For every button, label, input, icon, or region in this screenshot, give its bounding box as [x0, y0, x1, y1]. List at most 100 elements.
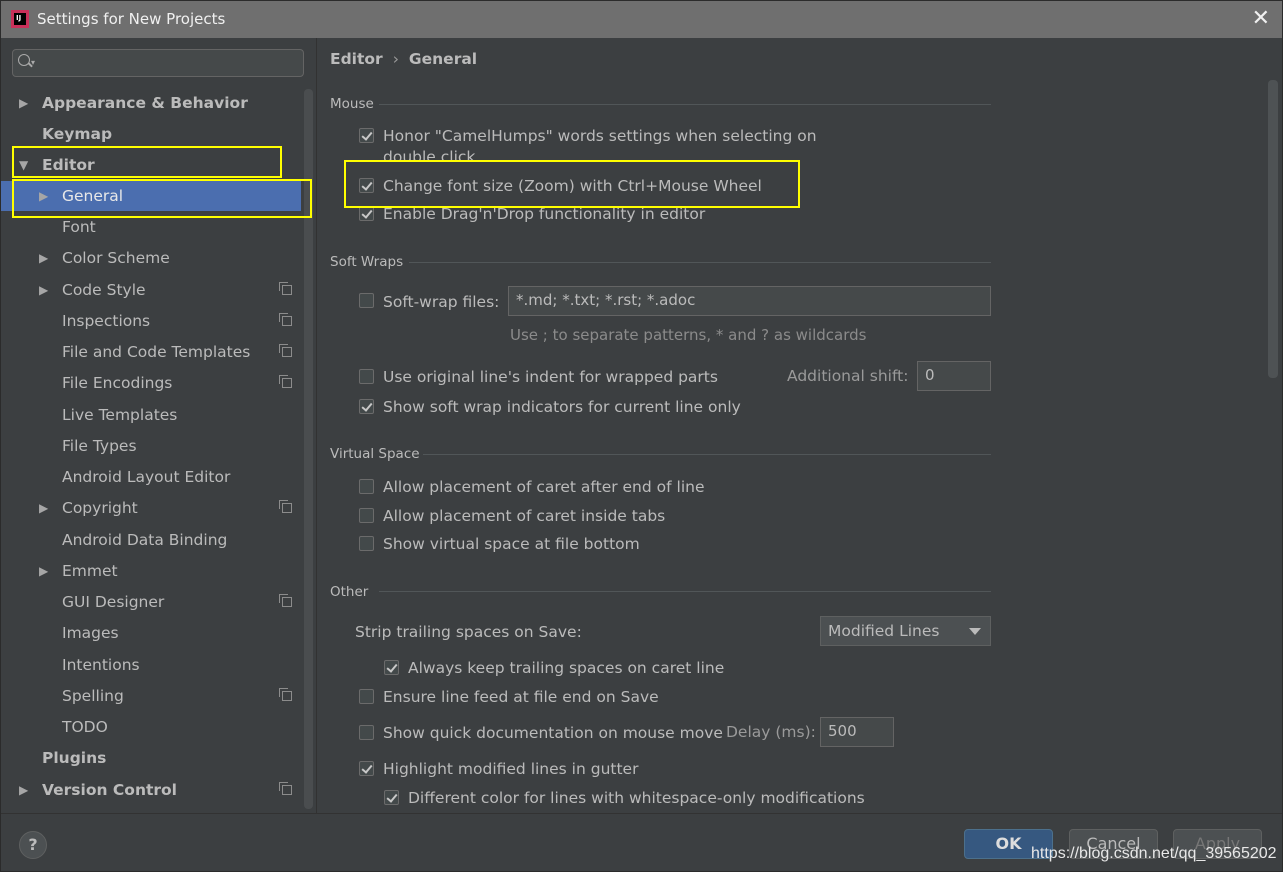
title-bar: IJ Settings for New Projects ✕ — [1, 1, 1282, 38]
button-bar: ? OK Cancel Apply https://blog.csdn.net/… — [1, 813, 1282, 871]
soft-wrap-files-field[interactable]: *.md; *.txt; *.rst; *.adoc — [508, 286, 991, 316]
tree-item-label: Copyright — [62, 499, 138, 517]
tree-item-gui-designer[interactable]: GUI Designer — [1, 587, 301, 617]
tree-item-label: Code Style — [62, 281, 146, 299]
chevron-down-icon[interactable]: ▾ — [31, 58, 35, 67]
tree-item-code-style[interactable]: ▶ Code Style — [1, 275, 301, 305]
camelhumps-label: Honor "CamelHumps" words settings when s… — [383, 127, 817, 145]
settings-tree-panel: ▾ ▶ Appearance & Behavior Keymap ▼ Editor ▶ Ge… — [1, 38, 317, 813]
tree-item-label: File Encodings — [62, 374, 173, 392]
delay-label: Delay (ms): — [726, 723, 816, 741]
breadcrumb-editor[interactable]: Editor — [330, 50, 383, 68]
tree-item-label: Keymap — [42, 125, 113, 143]
section-mouse-title: Mouse — [330, 96, 374, 112]
soft-wrap-files-label: Soft-wrap files: — [383, 293, 500, 311]
tree-item-file-types[interactable]: File Types — [1, 431, 301, 461]
different-color-checkbox[interactable] — [384, 790, 399, 805]
caret-after-eol-label: Allow placement of caret after end of li… — [383, 478, 705, 496]
intellij-app-icon: IJ — [11, 10, 29, 28]
caret-after-eol-checkbox[interactable] — [359, 479, 374, 494]
tree-scrollbar[interactable] — [304, 89, 313, 809]
strip-spaces-label: Strip trailing spaces on Save: — [355, 623, 582, 641]
tree-item-inspections[interactable]: Inspections — [1, 306, 301, 336]
drag-drop-checkbox[interactable] — [359, 206, 374, 221]
section-soft-wraps-title: Soft Wraps — [330, 254, 404, 270]
tree-item-images[interactable]: Images — [1, 618, 301, 648]
search-input[interactable]: ▾ — [12, 49, 304, 77]
line-feed-label: Ensure line feed at file end on Save — [383, 688, 659, 706]
breadcrumb-general: General — [408, 50, 478, 68]
section-virtual-space-title: Virtual Space — [330, 446, 420, 462]
tree-item-font[interactable]: Font — [1, 212, 301, 242]
collapsed-arrow-icon[interactable]: ▶ — [39, 556, 48, 586]
highlight-modified-checkbox[interactable] — [359, 761, 374, 776]
tree-item-file-encodings[interactable]: File Encodings — [1, 368, 301, 398]
tree-item-label: Android Layout Editor — [62, 468, 231, 486]
tree-item-label: Color Scheme — [62, 249, 170, 267]
soft-wrap-indicators-checkbox[interactable] — [359, 399, 374, 414]
zoom-label: Change font size (Zoom) with Ctrl+Mouse … — [383, 177, 762, 195]
search-icon — [18, 54, 30, 66]
section-divider — [423, 454, 991, 455]
tree-item-label: Emmet — [62, 562, 118, 580]
expanded-arrow-icon[interactable]: ▼ — [19, 150, 28, 180]
tree-item-appearance-behavior[interactable]: ▶ Appearance & Behavior — [1, 88, 301, 118]
tree-item-label: Appearance & Behavior — [42, 94, 248, 112]
tree-item-emmet[interactable]: ▶ Emmet — [1, 556, 301, 586]
tree-item-live-templates[interactable]: Live Templates — [1, 400, 301, 430]
project-scope-icon — [279, 688, 292, 701]
virtual-space-bottom-checkbox[interactable] — [359, 536, 374, 551]
highlight-modified-label: Highlight modified lines in gutter — [383, 760, 639, 778]
soft-wrap-files-checkbox[interactable] — [359, 293, 374, 308]
strip-spaces-dropdown[interactable]: Modified Lines — [820, 616, 991, 646]
chevron-down-icon — [969, 628, 981, 635]
tree-item-android-layout-editor[interactable]: Android Layout Editor — [1, 462, 301, 492]
caret-inside-tabs-label: Allow placement of caret inside tabs — [383, 507, 666, 525]
project-scope-icon — [279, 594, 292, 607]
help-button[interactable]: ? — [19, 831, 47, 859]
tree-item-intentions[interactable]: Intentions — [1, 650, 301, 680]
collapsed-arrow-icon[interactable]: ▶ — [39, 275, 48, 305]
collapsed-arrow-icon[interactable]: ▶ — [19, 88, 28, 118]
delay-field[interactable]: 500 — [820, 717, 894, 747]
camelhumps-checkbox[interactable] — [359, 128, 374, 143]
virtual-space-bottom-label: Show virtual space at file bottom — [383, 535, 640, 553]
tree-item-color-scheme[interactable]: ▶ Color Scheme — [1, 243, 301, 273]
keep-caret-spaces-checkbox[interactable] — [384, 660, 399, 675]
tree-item-copyright[interactable]: ▶ Copyright — [1, 493, 301, 523]
close-icon[interactable]: ✕ — [1252, 7, 1270, 31]
tree-item-file-and-code-templates[interactable]: File and Code Templates — [1, 337, 301, 367]
settings-window: IJ Settings for New Projects ✕ ▾ ▶ Appear… — [0, 0, 1283, 872]
soft-wrap-hint: Use ; to separate patterns, * and ? as w… — [510, 326, 867, 344]
tree-item-editor[interactable]: ▼ Editor — [1, 150, 301, 180]
tree-item-todo[interactable]: TODO — [1, 712, 301, 742]
original-indent-checkbox[interactable] — [359, 369, 374, 384]
tree-item-plugins[interactable]: Plugins — [1, 743, 301, 773]
caret-inside-tabs-checkbox[interactable] — [359, 508, 374, 523]
line-feed-checkbox[interactable] — [359, 689, 374, 704]
additional-shift-field[interactable]: 0 — [917, 361, 991, 391]
drag-drop-label: Enable Drag'n'Drop functionality in edit… — [383, 205, 706, 223]
zoom-checkbox[interactable] — [359, 178, 374, 193]
keep-caret-spaces-label: Always keep trailing spaces on caret lin… — [408, 659, 725, 677]
tree-item-spelling[interactable]: Spelling — [1, 681, 301, 711]
project-scope-icon — [279, 282, 292, 295]
tree-item-keymap[interactable]: Keymap — [1, 119, 301, 149]
collapsed-arrow-icon[interactable]: ▶ — [19, 775, 28, 805]
quick-doc-checkbox[interactable] — [359, 725, 374, 740]
settings-content: Editor › General Mouse Honor "CamelHumps" … — [317, 38, 1282, 813]
collapsed-arrow-icon[interactable]: ▶ — [39, 181, 48, 211]
tree-item-general[interactable]: ▶ General — [1, 181, 301, 211]
project-scope-icon — [279, 313, 292, 326]
project-scope-icon — [279, 500, 292, 513]
collapsed-arrow-icon[interactable]: ▶ — [39, 493, 48, 523]
collapsed-arrow-icon[interactable]: ▶ — [39, 243, 48, 273]
additional-shift-label: Additional shift: — [787, 367, 909, 385]
tree-item-version-control[interactable]: ▶ Version Control — [1, 775, 301, 805]
tree-item-label: Spelling — [62, 687, 124, 705]
tree-item-label: Live Templates — [62, 406, 178, 424]
content-scrollbar[interactable] — [1268, 80, 1278, 378]
window-title: Settings for New Projects — [37, 10, 226, 28]
breadcrumb: Editor › General — [330, 50, 477, 68]
tree-item-android-data-binding[interactable]: Android Data Binding — [1, 525, 301, 555]
